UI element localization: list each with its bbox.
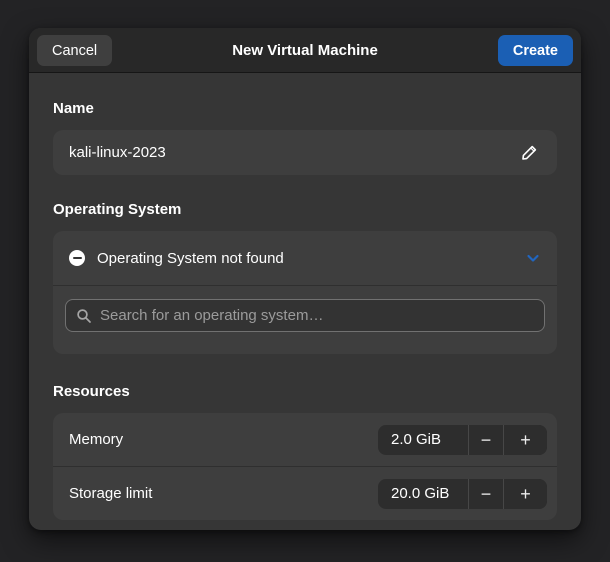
- cancel-button[interactable]: Cancel: [37, 35, 113, 66]
- os-not-found-icon: [69, 250, 85, 266]
- create-button[interactable]: Create: [497, 35, 573, 66]
- pencil-icon: [521, 145, 537, 161]
- plus-icon: +: [520, 429, 531, 450]
- memory-increase-button[interactable]: +: [503, 424, 547, 455]
- memory-spinbutton: 2.0 GiB − +: [378, 424, 547, 455]
- os-search-entry[interactable]: [65, 299, 545, 332]
- os-card: Operating System not found: [53, 231, 557, 354]
- search-icon: [76, 308, 92, 324]
- storage-limit-label: Storage limit: [69, 485, 153, 502]
- os-section-label: Operating System: [53, 201, 182, 218]
- os-search-area: [53, 286, 557, 354]
- vm-name-row[interactable]: kali-linux-2023: [53, 130, 557, 175]
- memory-label: Memory: [69, 431, 124, 448]
- header-bar: Cancel New Virtual Machine Create: [29, 28, 581, 73]
- new-vm-dialog: Cancel New Virtual Machine Create Name k…: [29, 28, 581, 530]
- os-selector-row[interactable]: Operating System not found: [53, 231, 557, 285]
- chevron-down-icon: [525, 250, 541, 266]
- memory-row: Memory 2.0 GiB − +: [53, 413, 557, 466]
- resources-card: Memory 2.0 GiB − + Storage limit 20.0 Gi…: [53, 413, 557, 520]
- name-card: kali-linux-2023: [53, 130, 557, 175]
- dialog-body: Name kali-linux-2023 Operating System Op…: [29, 73, 581, 530]
- storage-value[interactable]: 20.0 GiB: [378, 479, 468, 509]
- memory-value[interactable]: 2.0 GiB: [378, 425, 468, 455]
- memory-decrease-button[interactable]: −: [468, 424, 503, 455]
- storage-spinbutton: 20.0 GiB − +: [378, 478, 547, 509]
- plus-icon: +: [520, 483, 531, 504]
- minus-icon: −: [480, 483, 492, 504]
- os-status-text: Operating System not found: [97, 249, 284, 267]
- edit-name-button[interactable]: [517, 141, 541, 165]
- vm-name-value: kali-linux-2023: [69, 144, 166, 161]
- name-section-label: Name: [53, 100, 94, 117]
- minus-icon: −: [480, 429, 492, 450]
- storage-limit-row: Storage limit 20.0 GiB − +: [53, 467, 557, 520]
- resources-section-label: Resources: [53, 383, 130, 400]
- os-search-input[interactable]: [100, 307, 534, 324]
- storage-increase-button[interactable]: +: [503, 478, 547, 509]
- storage-decrease-button[interactable]: −: [468, 478, 503, 509]
- dialog-title: New Virtual Machine: [232, 41, 378, 59]
